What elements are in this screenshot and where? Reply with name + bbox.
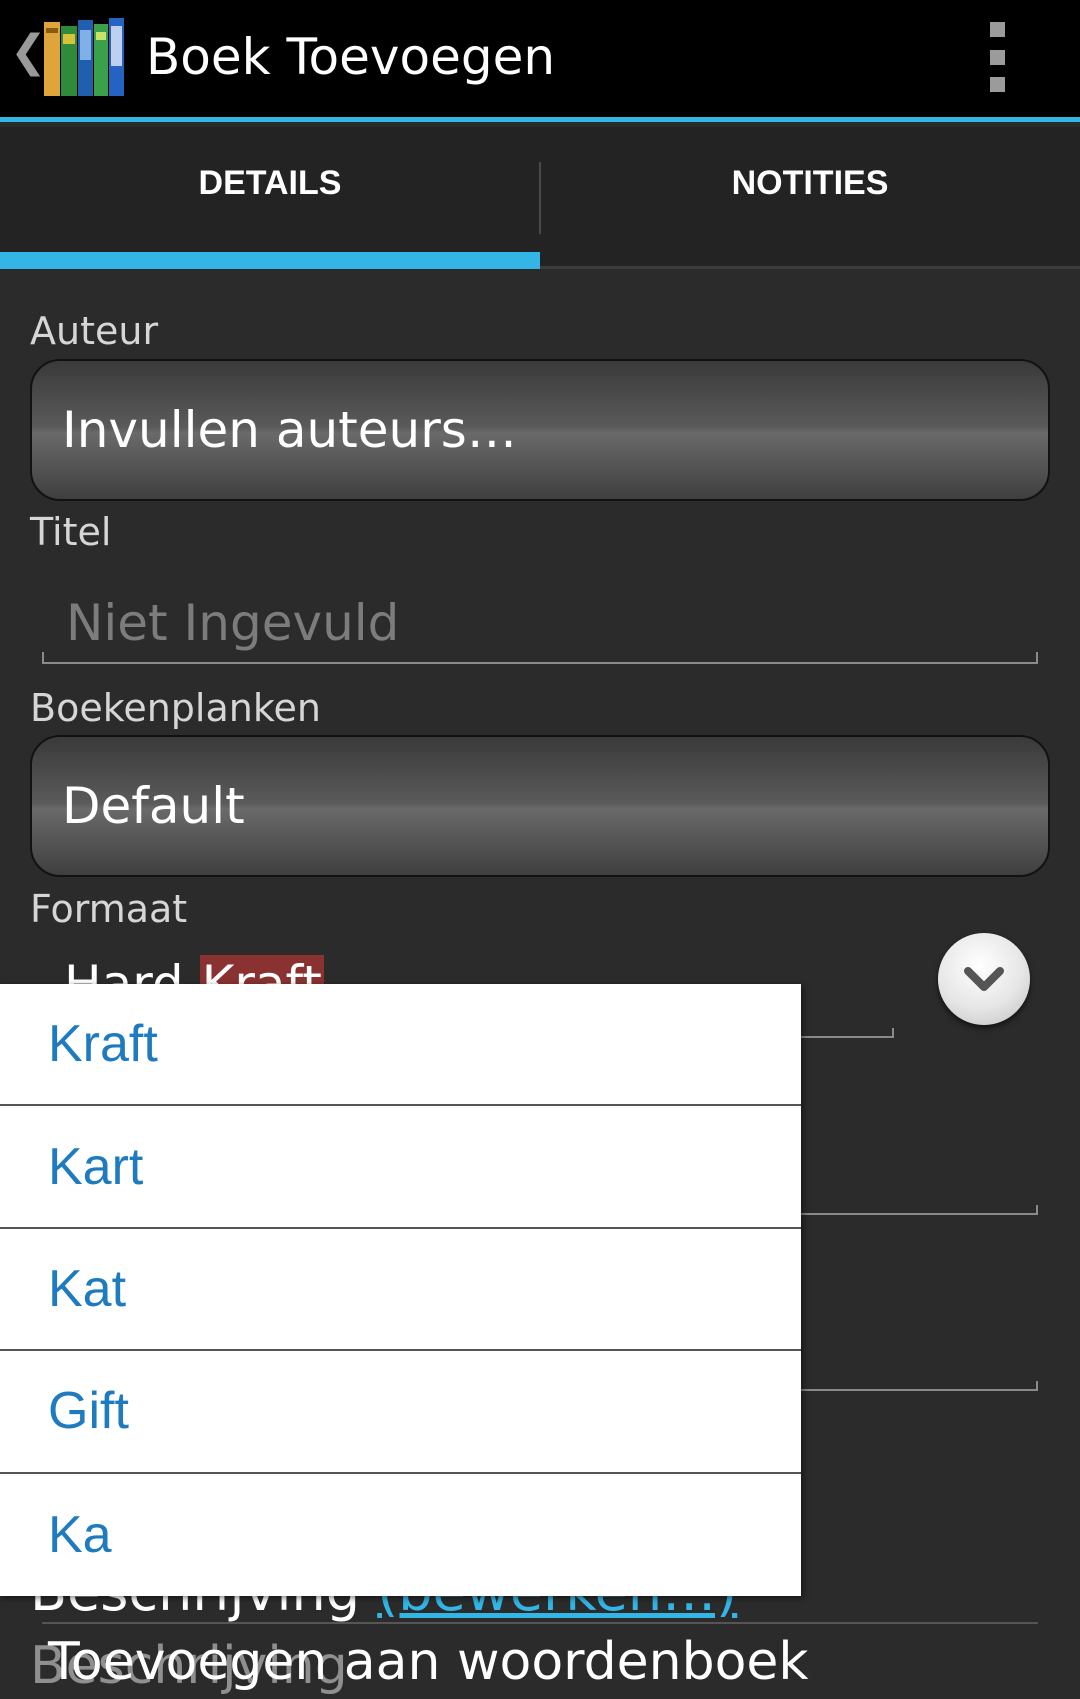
autocomplete-popup: Kraft Kart Kat Gift Ka xyxy=(0,984,801,1596)
description-divider xyxy=(42,1622,1038,1624)
author-label: Auteur xyxy=(30,309,159,353)
chevron-down-icon xyxy=(964,967,1004,991)
tab-bar: DETAILS NOTITIES xyxy=(0,127,1080,269)
app-title: Boek Toevoegen xyxy=(146,28,556,86)
action-bar: ❮ Boek Toevoegen xyxy=(0,0,1080,122)
bookshelves-label: Boekenplanken xyxy=(30,686,321,730)
title-input[interactable] xyxy=(42,584,1038,662)
bookshelves-button[interactable]: Default xyxy=(30,735,1050,877)
title-label: Titel xyxy=(30,510,112,554)
tab-selected-indicator xyxy=(0,252,540,269)
screen: ❮ Boek Toevoegen DETAILS NOTITIES Auteur… xyxy=(0,0,1080,1699)
suggestion-item[interactable]: Kraft xyxy=(0,984,801,1107)
suggestion-item[interactable]: Ka xyxy=(0,1474,801,1596)
title-field xyxy=(42,584,1038,664)
suggestion-item[interactable]: Kart xyxy=(0,1106,801,1229)
suggestion-item[interactable]: Kat xyxy=(0,1229,801,1352)
tab-details[interactable]: DETAILS xyxy=(0,127,540,266)
format-label: Formaat xyxy=(30,887,188,931)
books-icon[interactable] xyxy=(42,12,126,100)
author-button[interactable]: Invullen auteurs… xyxy=(30,359,1050,501)
overflow-menu-icon[interactable] xyxy=(975,22,1019,92)
format-dropdown-button[interactable] xyxy=(938,933,1030,1025)
suggestion-item[interactable]: Gift xyxy=(0,1351,801,1474)
tab-notes[interactable]: NOTITIES xyxy=(540,127,1080,266)
add-to-dictionary-hint[interactable]: Toevoegen aan woordenboek xyxy=(48,1632,809,1692)
